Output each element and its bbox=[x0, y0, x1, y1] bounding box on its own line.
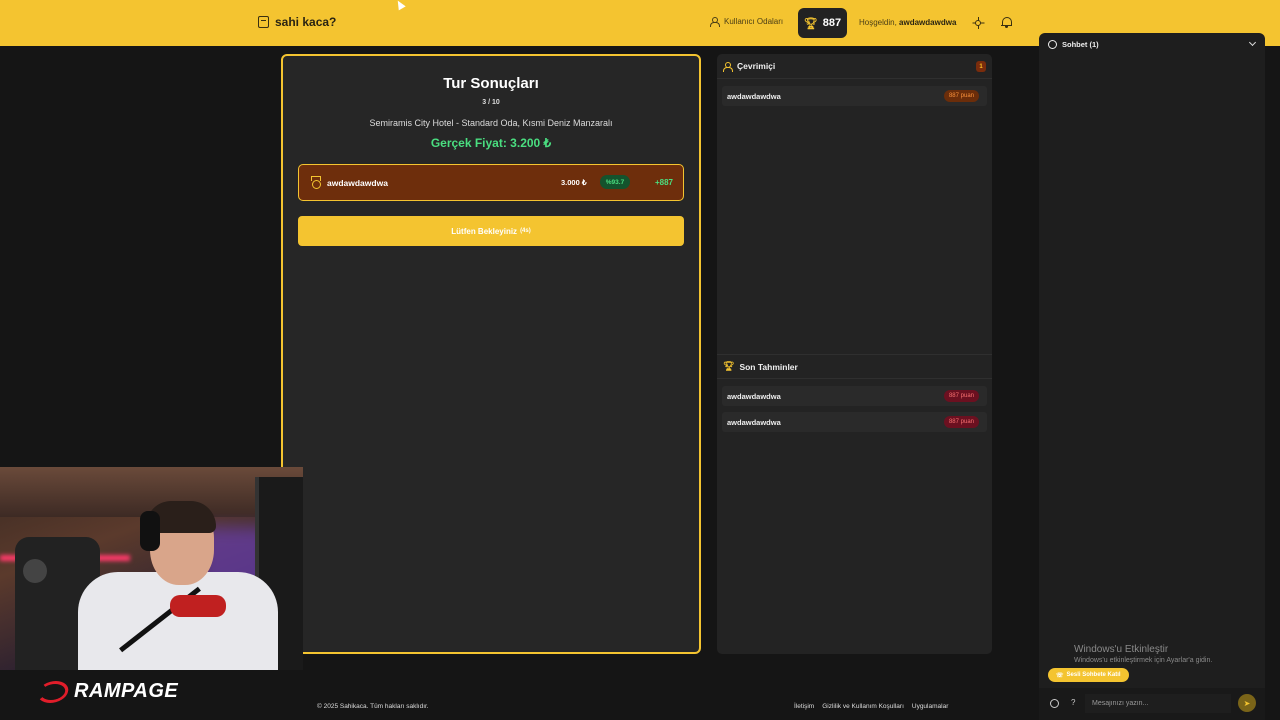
help-icon[interactable]: ? bbox=[1071, 698, 1075, 707]
notifications-bell-icon[interactable] bbox=[1001, 16, 1012, 28]
item-description: Semiramis City Hotel - Standard Oda, Kıs… bbox=[369, 118, 613, 128]
online-user-name: awdawdawdwa bbox=[727, 92, 781, 101]
medal-icon bbox=[310, 176, 321, 189]
footer-link-privacy[interactable]: Gizlilik ve Kullanım Koşulları bbox=[822, 703, 904, 710]
user-rooms-label: Kullanıcı Odaları bbox=[724, 17, 784, 26]
footer-link-apps[interactable]: Uygulamalar bbox=[912, 703, 949, 710]
trophy-icon: 🏆︎ bbox=[803, 17, 818, 30]
recent-guess-name: awdawdawdwa bbox=[727, 418, 781, 427]
result-guess: 3.000 ₺ bbox=[561, 178, 587, 187]
wait-countdown: (4s) bbox=[520, 228, 531, 234]
brand-logo[interactable]: sahi kaca? bbox=[258, 15, 336, 29]
page-title: Tur Sonuçları bbox=[443, 75, 539, 92]
copyright-text: © 2025 Sahikaca. Tüm hakları saklıdır. bbox=[317, 703, 429, 710]
headphones bbox=[140, 511, 160, 551]
join-voice-chat-button[interactable]: ☏ Sesli Sohbete Katıl bbox=[1048, 668, 1129, 682]
online-user-row: awdawdawdwa 887 puan bbox=[722, 86, 987, 106]
online-user-points: 887 puan bbox=[943, 90, 979, 102]
chevron-down-icon[interactable] bbox=[1248, 38, 1257, 47]
real-price: Gerçek Fiyat: 3.200 ₺ bbox=[430, 136, 552, 150]
score-value: 887 bbox=[822, 17, 842, 29]
users-icon bbox=[723, 61, 733, 72]
emoji-icon[interactable] bbox=[1050, 699, 1059, 708]
online-title: Çevrimiçi bbox=[737, 61, 776, 71]
chat-header[interactable]: Sohbet (1) bbox=[1039, 33, 1265, 56]
footer-link-contact[interactable]: İletişim bbox=[794, 703, 814, 710]
user-rooms-link[interactable]: Kullanıcı Odaları bbox=[710, 17, 784, 27]
webcam-overlay bbox=[0, 467, 303, 670]
calendar-icon bbox=[258, 16, 269, 28]
welcome-username: awdawdawdwa bbox=[899, 18, 957, 27]
score-badge[interactable]: 🏆︎ 887 bbox=[798, 8, 847, 38]
chat-panel: Sohbet (1) ☏ Sesli Sohbete Katıl ? ➤ bbox=[1039, 33, 1265, 720]
users-icon bbox=[710, 17, 720, 27]
recent-guesses-header: 🏆︎ Son Tahminler bbox=[717, 354, 992, 379]
result-row: awdawdawdwa 3.000 ₺ %93.7 +887 bbox=[298, 164, 684, 201]
send-icon[interactable]: ➤ bbox=[1238, 694, 1256, 712]
result-accuracy-badge: %93.7 bbox=[600, 175, 630, 189]
welcome-prefix: Hoşgeldin, bbox=[859, 18, 897, 27]
rampage-logo: RAMPAGE bbox=[35, 680, 179, 703]
chat-bubble-icon bbox=[1048, 40, 1057, 49]
side-panel: Çevrimiçi 1 awdawdawdwa 887 puan 🏆︎ Son … bbox=[717, 54, 992, 654]
wait-label: Lütfen Bekleyiniz bbox=[451, 226, 518, 236]
chat-title: Sohbet (1) bbox=[1062, 40, 1099, 49]
recent-guess-points: 887 puan bbox=[943, 390, 979, 402]
recent-guesses-title: Son Tahminler bbox=[739, 361, 798, 372]
rampage-logo-text: RAMPAGE bbox=[74, 680, 179, 702]
welcome-text: Hoşgeldin, awdawdawdwa bbox=[859, 18, 956, 27]
recent-guess-name: awdawdawdwa bbox=[727, 392, 781, 401]
message-input[interactable] bbox=[1085, 694, 1231, 713]
trophy-icon: 🏆︎ bbox=[723, 361, 735, 371]
online-count-badge: 1 bbox=[976, 61, 986, 72]
recent-guess-row: awdawdawdwa 887 puan bbox=[722, 412, 987, 432]
recent-guess-row: awdawdawdwa 887 puan bbox=[722, 386, 987, 406]
windows-activation-title: Windows'u Etkinleştir bbox=[1074, 644, 1169, 655]
windows-activation-subtitle: Windows'u etkinleştirmek için Ayarlar'a … bbox=[1074, 657, 1213, 664]
microphone bbox=[170, 595, 226, 617]
recent-guess-points: 887 puan bbox=[943, 416, 979, 428]
footer-links: İletişim Gizlilik ve Kullanım Koşulları … bbox=[794, 703, 948, 710]
please-wait-button[interactable]: Lütfen Bekleyiniz (4s) bbox=[298, 216, 684, 246]
brand-name: sahi kaca? bbox=[275, 15, 337, 29]
result-points: +887 bbox=[654, 178, 673, 187]
round-counter: 3 / 10 bbox=[482, 99, 500, 106]
online-header: Çevrimiçi 1 bbox=[717, 54, 992, 79]
chat-input-bar: ? ➤ bbox=[1039, 688, 1265, 720]
round-results-card: Tur Sonuçları 3 / 10 Semiramis City Hote… bbox=[281, 54, 701, 654]
rampage-logo-icon bbox=[35, 680, 71, 703]
theme-toggle-sun-icon[interactable] bbox=[972, 17, 984, 29]
voice-button-label: Sesli Sohbete Katıl bbox=[1066, 672, 1121, 678]
windows-activation-watermark: Windows'u Etkinleştir Windows'u etkinleş… bbox=[1074, 644, 1212, 664]
phone-icon: ☏ bbox=[1056, 672, 1064, 679]
result-player-name: awdawdawdwa bbox=[327, 178, 388, 188]
